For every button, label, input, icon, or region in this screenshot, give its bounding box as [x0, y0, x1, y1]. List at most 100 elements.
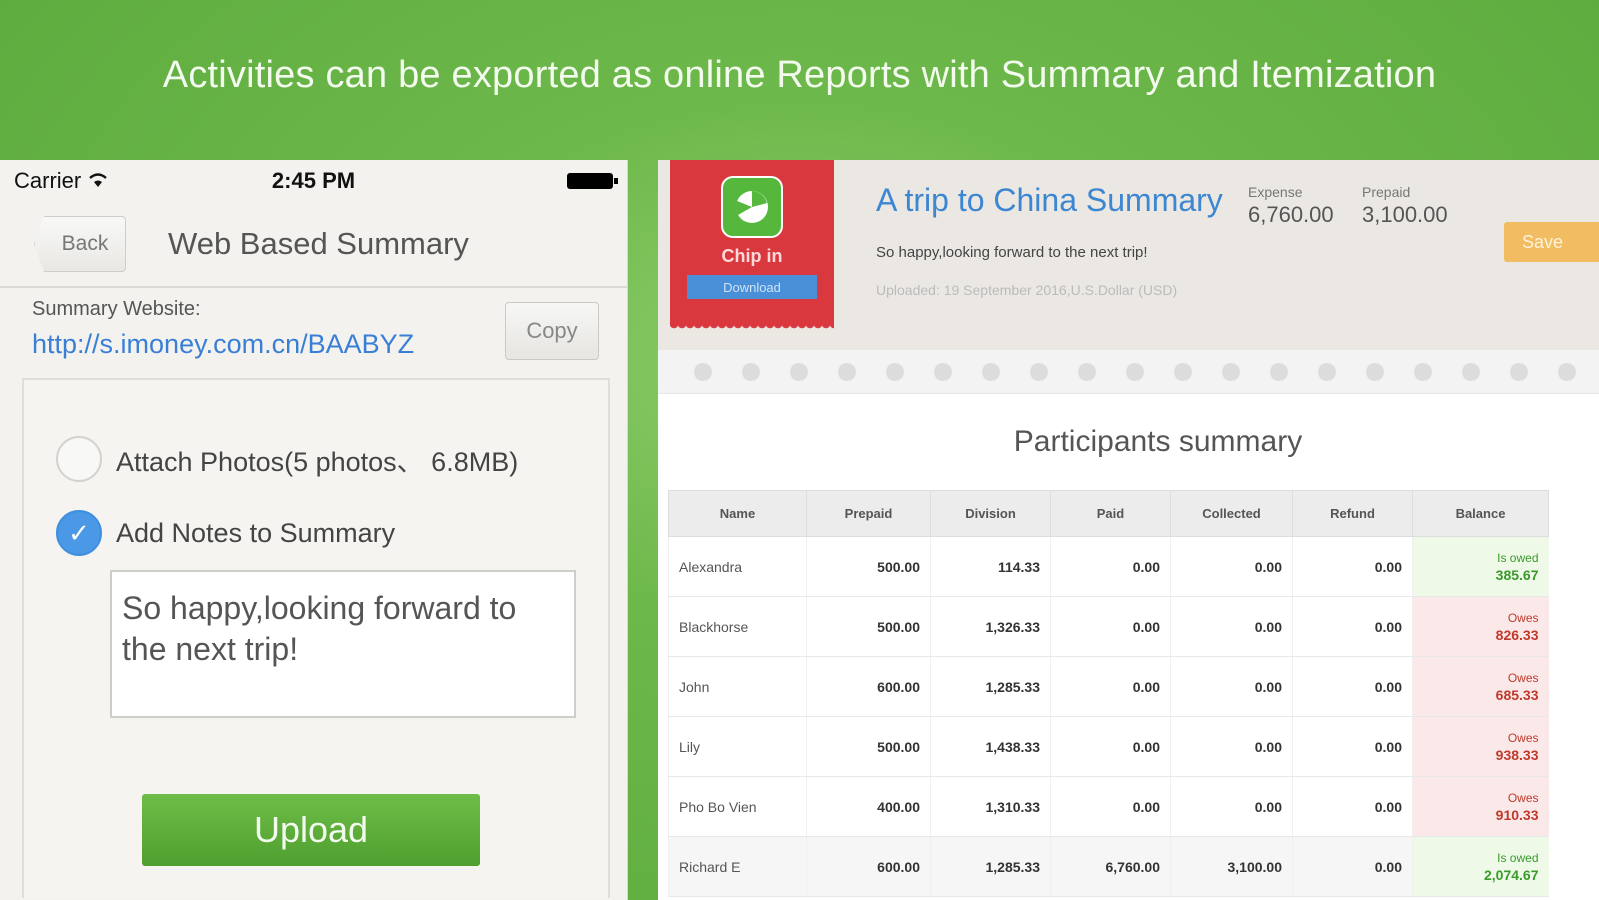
- cell-name: John: [668, 656, 807, 717]
- cell-prepaid: 500.00: [806, 596, 931, 657]
- cell-paid: 6,760.00: [1050, 836, 1171, 897]
- banner-text: Activities can be exported as online Rep…: [162, 53, 1437, 96]
- attach-photos-option[interactable]: Attach Photos(5 photos、 6.8MB): [56, 436, 518, 482]
- cell-refund: 0.00: [1292, 536, 1413, 597]
- cell-collected: 0.00: [1170, 656, 1293, 717]
- cell-balance: Owes 826.33: [1412, 596, 1549, 657]
- cell-prepaid: 400.00: [806, 776, 931, 837]
- hole-dot: [742, 362, 760, 381]
- add-notes-checkbox[interactable]: ✓: [56, 510, 102, 556]
- cell-balance: Owes 938.33: [1412, 716, 1549, 777]
- cell-division: 1,438.33: [930, 716, 1051, 777]
- prepaid-value: 3,100.00: [1362, 202, 1448, 227]
- cell-balance: Owes 910.33: [1412, 776, 1549, 837]
- cell-division: 1,310.33: [930, 776, 1051, 837]
- cell-prepaid: 500.00: [806, 536, 931, 597]
- participants-summary-title: Participants summary: [1013, 425, 1303, 458]
- back-button[interactable]: Back: [34, 216, 126, 272]
- cell-refund: 0.00: [1292, 836, 1413, 897]
- cell-refund: 0.00: [1292, 656, 1413, 717]
- attach-photos-radio[interactable]: [56, 436, 102, 482]
- cell-name: Lily: [668, 716, 807, 777]
- column-header[interactable]: Collected: [1170, 490, 1293, 537]
- page-title: Web Based Summary: [168, 226, 469, 261]
- notebook-holes: [658, 350, 1599, 394]
- column-header[interactable]: Name: [668, 490, 807, 537]
- column-header[interactable]: Refund: [1292, 490, 1413, 537]
- battery-icon: [567, 173, 618, 189]
- checkmark-icon: ✓: [68, 517, 90, 548]
- cell-refund: 0.00: [1292, 596, 1413, 657]
- cell-collected: 0.00: [1170, 536, 1293, 597]
- cell-collected: 0.00: [1170, 716, 1293, 777]
- hole-dot: [790, 362, 808, 381]
- summary-website-section: Summary Website: http://s.imoney.com.cn/…: [0, 288, 627, 378]
- cell-name: Alexandra: [668, 536, 807, 597]
- notes-textarea[interactable]: So happy,looking forward to the next tri…: [110, 570, 576, 718]
- prepaid-stat: Prepaid 3,100.00: [1362, 184, 1448, 228]
- cell-paid: 0.00: [1050, 716, 1171, 777]
- hole-dot: [1222, 362, 1240, 381]
- hole-dot: [694, 362, 712, 381]
- cell-division: 1,326.33: [930, 596, 1051, 657]
- cell-paid: 0.00: [1050, 596, 1171, 657]
- cell-paid: 0.00: [1050, 536, 1171, 597]
- balance-status: Owes: [1507, 610, 1539, 625]
- report-header: Chip in Download A trip to China Summary…: [658, 160, 1599, 350]
- cell-balance: Is owed 2,074.67: [1412, 836, 1549, 897]
- add-notes-option[interactable]: ✓ Add Notes to Summary: [56, 510, 395, 556]
- hole-dot: [1174, 362, 1192, 381]
- cell-refund: 0.00: [1292, 716, 1413, 777]
- app-ribbon: Chip in Download: [670, 160, 834, 332]
- hole-dot: [1366, 362, 1384, 381]
- table-row: John 600.00 1,285.33 0.00 0.00 0.00 Owes 685.33: [668, 656, 1549, 717]
- hole-dot: [1318, 362, 1336, 381]
- cell-prepaid: 600.00: [806, 656, 931, 717]
- save-button[interactable]: Save: [1504, 222, 1599, 262]
- options-panel: Attach Photos(5 photos、 6.8MB) ✓ Add Not…: [22, 378, 610, 898]
- cell-prepaid: 600.00: [806, 836, 931, 897]
- cell-collected: 0.00: [1170, 776, 1293, 837]
- balance-value: 2,074.67: [1484, 866, 1539, 883]
- app-name: Chip in: [721, 246, 783, 266]
- balance-status: Owes: [1507, 670, 1539, 685]
- participants-table: Name Prepaid Division Paid Collected Refund Ba…: [668, 490, 1549, 897]
- promo-banner: Activities can be exported as online Rep…: [0, 0, 1599, 160]
- download-button[interactable]: Download: [687, 275, 817, 299]
- balance-value: 938.33: [1495, 746, 1539, 763]
- wifi-icon: [87, 168, 109, 194]
- add-notes-label: Add Notes to Summary: [116, 517, 396, 548]
- cell-prepaid: 500.00: [806, 716, 931, 777]
- cell-name: Pho Bo Vien: [668, 776, 807, 837]
- copy-button[interactable]: Copy: [505, 302, 599, 360]
- carrier-label: Carrier: [14, 168, 82, 193]
- hole-dot: [1510, 362, 1528, 381]
- column-header[interactable]: Prepaid: [806, 490, 931, 537]
- hole-dot: [886, 362, 904, 381]
- table-row: Alexandra 500.00 114.33 0.00 0.00 0.00 Is owed…: [668, 536, 1549, 597]
- column-header[interactable]: Division: [930, 490, 1051, 537]
- hole-dot: [1078, 362, 1096, 381]
- hole-dot: [934, 362, 952, 381]
- column-header[interactable]: Balance: [1412, 490, 1549, 537]
- balance-value: 826.33: [1495, 626, 1539, 643]
- upload-button[interactable]: Upload: [142, 794, 480, 866]
- cell-name: Blackhorse: [668, 596, 807, 657]
- hole-dot: [982, 362, 1000, 381]
- cell-paid: 0.00: [1050, 656, 1171, 717]
- cell-division: 1,285.33: [930, 656, 1051, 717]
- navigation-bar: Back Web Based Summary: [0, 202, 627, 288]
- report-uploaded: Uploaded: 19 September 2016,U.S.Dollar (…: [876, 282, 1178, 298]
- attach-photos-label: Attach Photos(5 photos、 6.8MB): [116, 446, 519, 477]
- table-row: Richard E 600.00 1,285.33 6,760.00 3,100.00 0…: [668, 836, 1549, 897]
- report-title: A trip to China Summary: [876, 182, 1223, 218]
- balance-value: 910.33: [1495, 806, 1539, 823]
- column-header[interactable]: Paid: [1050, 490, 1171, 537]
- status-bar: Carrier 2:45 PM: [0, 160, 627, 202]
- cell-collected: 3,100.00: [1170, 836, 1293, 897]
- table-row: Lily 500.00 1,438.33 0.00 0.00 0.00 Owes 938.33: [668, 716, 1549, 777]
- cell-name: Richard E: [668, 836, 807, 897]
- hole-dot: [1126, 362, 1144, 381]
- balance-status: Is owed: [1497, 850, 1539, 865]
- report-subtitle: So happy,looking forward to the next tri…: [876, 244, 1148, 261]
